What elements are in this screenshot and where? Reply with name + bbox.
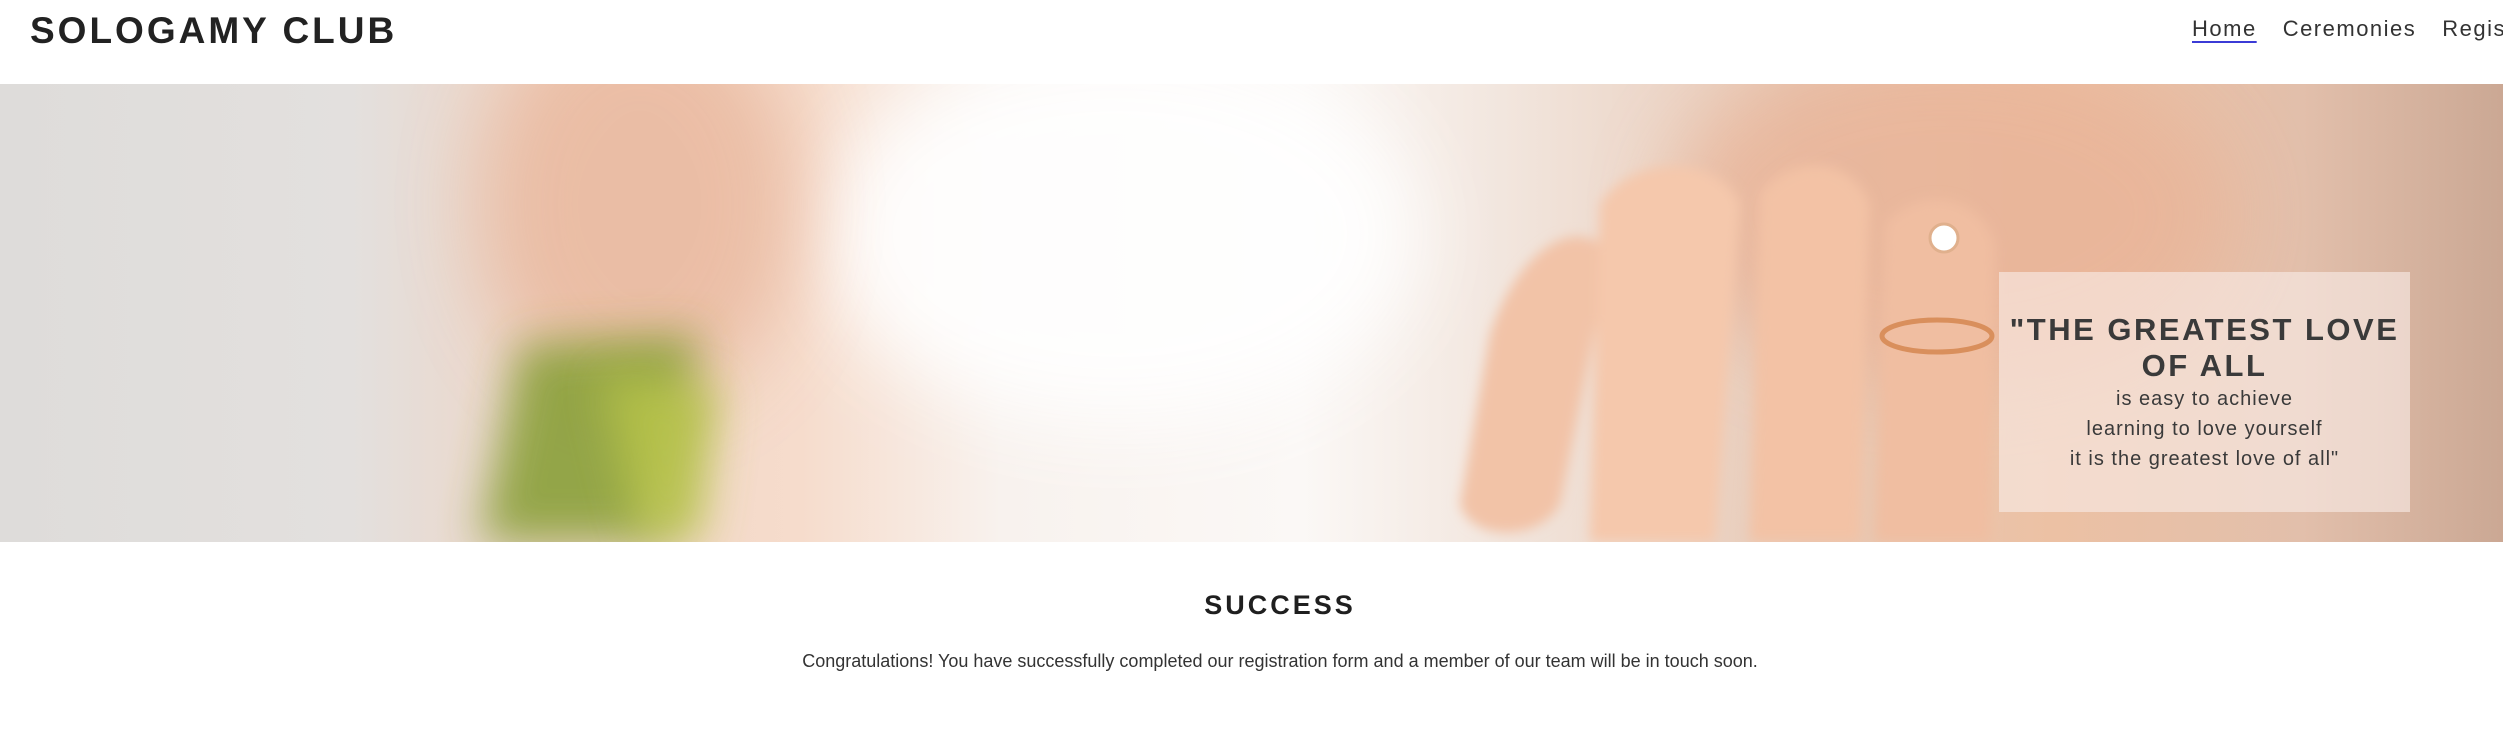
nav-item-home[interactable]: Home bbox=[2192, 16, 2257, 42]
quote-line: learning to love yourself bbox=[2086, 418, 2323, 440]
success-title: SUCCESS bbox=[1204, 590, 1356, 620]
nav-item-registration[interactable]: Registration bbox=[2442, 16, 2503, 42]
site-header: SOLOGAMY CLUB Home Ceremonies Registration bbox=[0, 0, 2503, 84]
quote-heading: "THE GREATEST LOVE OF ALL bbox=[2009, 312, 2400, 383]
quote-box: "THE GREATEST LOVE OF ALL is easy to ach… bbox=[1999, 272, 2410, 512]
main-nav: Home Ceremonies Registration bbox=[2192, 16, 2503, 50]
site-logo[interactable]: SOLOGAMY CLUB bbox=[30, 10, 397, 52]
nav-item-ceremonies[interactable]: Ceremonies bbox=[2283, 16, 2417, 42]
quote-line: is easy to achieve bbox=[2116, 388, 2293, 410]
success-message: Congratulations! You have successfully c… bbox=[802, 651, 1758, 671]
quote-line: it is the greatest love of all" bbox=[2069, 448, 2340, 470]
hero-banner: "THE GREATEST LOVE OF ALL is easy to ach… bbox=[0, 84, 2503, 542]
